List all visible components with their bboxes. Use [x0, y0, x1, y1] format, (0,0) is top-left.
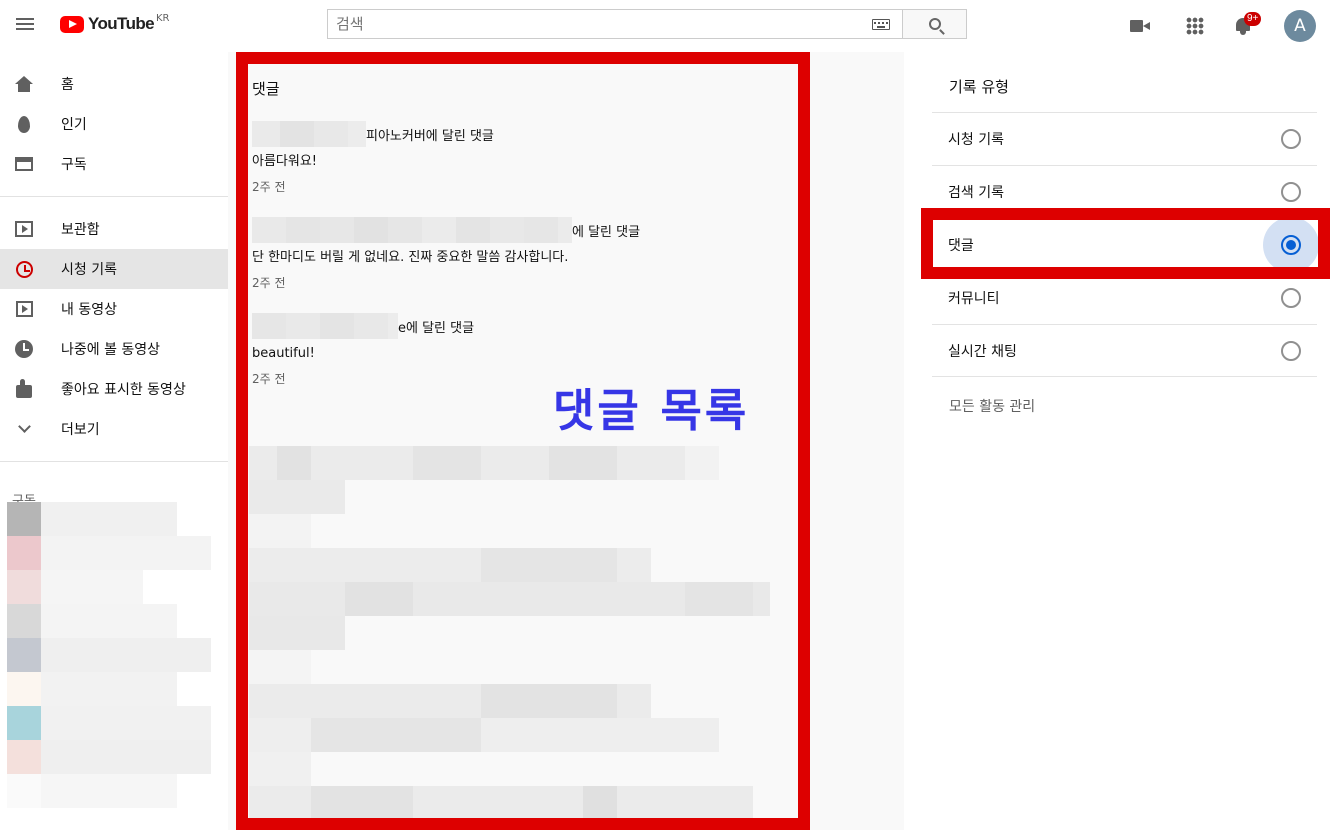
- like-icon: [16, 378, 32, 398]
- search-bar: [327, 9, 967, 39]
- sidebar-item-history[interactable]: 시청 기록: [0, 249, 228, 289]
- library-icon: [15, 221, 33, 237]
- history-type-options: 시청 기록 검색 기록 댓글 커뮤니티 실시간 채팅: [932, 112, 1319, 377]
- comments-list: 댓글 피아노커버에 달린 댓글 아름다워요! 2주 전 에 달린 댓글 단 한마…: [252, 78, 792, 409]
- comments-heading: 댓글: [252, 80, 280, 98]
- comment-text: 단 한마디도 버릴 게 없네요. 진짜 중요한 말씀 감사합니다.: [252, 250, 569, 265]
- sidebar-item-label: 나중에 볼 동영상: [61, 342, 161, 358]
- sidebar-item-label: 인기: [61, 117, 87, 133]
- history-type-search[interactable]: 검색 기록: [932, 165, 1317, 218]
- radio-search-history[interactable]: [1281, 182, 1301, 202]
- youtube-logo[interactable]: YouTube KR: [60, 13, 170, 35]
- history-type-watch[interactable]: 시청 기록: [932, 112, 1317, 165]
- search-field[interactable]: [327, 9, 902, 39]
- comment-item: 피아노커버에 달린 댓글 아름다워요! 2주 전: [252, 121, 792, 195]
- history-type-community[interactable]: 커뮤니티: [932, 271, 1317, 324]
- sidebar-item-label: 홈: [61, 77, 74, 93]
- sidebar-item-liked-videos[interactable]: 좋아요 표시한 동영상: [0, 369, 228, 409]
- history-type-title: 기록 유형: [949, 78, 1009, 96]
- search-button[interactable]: [902, 9, 967, 39]
- manage-all-activity-link[interactable]: 모든 활동 관리: [949, 396, 1035, 416]
- sidebar-item-label: 보관함: [61, 222, 100, 238]
- option-label: 댓글: [948, 238, 974, 254]
- create-video-icon[interactable]: [1130, 19, 1150, 33]
- my-videos-icon: [15, 301, 33, 317]
- sidebar-item-label: 좋아요 표시한 동영상: [61, 382, 186, 398]
- notification-badge: 9+: [1244, 12, 1262, 26]
- youtube-play-icon: [60, 15, 84, 33]
- radio-community[interactable]: [1281, 288, 1301, 308]
- avatar[interactable]: A: [1284, 10, 1316, 42]
- subscriptions-list-blurred: [7, 502, 213, 822]
- comment-time: 2주 전: [252, 180, 286, 194]
- sidebar-item-trending[interactable]: 인기: [0, 104, 228, 144]
- top-header: YouTube KR 9+ A: [0, 0, 1336, 52]
- chevron-down-icon: [17, 419, 31, 433]
- option-label: 검색 기록: [948, 185, 1004, 201]
- comment-text: 아름다워요!: [252, 154, 318, 169]
- header-actions: 9+ A: [1130, 10, 1316, 42]
- keyboard-icon[interactable]: [872, 18, 890, 30]
- comment-target[interactable]: e에 달린 댓글: [398, 317, 474, 336]
- sidebar-item-label: 구독: [61, 157, 87, 173]
- search-icon: [928, 18, 941, 30]
- video-title-blurred[interactable]: [252, 121, 366, 147]
- sidebar-divider: [0, 196, 228, 197]
- fire-icon: [18, 115, 30, 133]
- sidebar-divider: [0, 461, 228, 462]
- sidebar-item-library[interactable]: 보관함: [0, 209, 228, 249]
- watch-later-icon: [15, 340, 33, 358]
- comments-list-annotation: 댓글 목록: [553, 384, 750, 437]
- blurred-comments-region: [249, 446, 770, 818]
- video-title-blurred[interactable]: [252, 217, 572, 243]
- notifications-icon[interactable]: 9+: [1234, 12, 1262, 36]
- logo-country: KR: [156, 12, 170, 24]
- menu-icon[interactable]: [12, 12, 38, 38]
- sidebar-item-label: 더보기: [61, 422, 100, 438]
- sidebar: 홈 인기 구독 보관함 시청 기록 내 동영상 나중에 볼 동영상 좋아요 표시…: [0, 52, 228, 830]
- sidebar-item-label: 내 동영상: [61, 302, 117, 318]
- comment-time: 2주 전: [252, 276, 286, 290]
- sidebar-item-my-videos[interactable]: 내 동영상: [0, 289, 228, 329]
- option-label: 커뮤니티: [948, 291, 1000, 307]
- radio-live-chat[interactable]: [1281, 340, 1301, 361]
- history-icon: [15, 260, 33, 278]
- home-icon: [15, 76, 33, 92]
- comment-target[interactable]: 피아노커버에 달린 댓글: [366, 125, 494, 144]
- radio-watch-history[interactable]: [1281, 129, 1301, 149]
- option-label: 실시간 채팅: [948, 343, 1017, 360]
- history-type-comments[interactable]: 댓글: [932, 217, 1319, 273]
- apps-grid-icon[interactable]: [1186, 17, 1204, 35]
- search-input[interactable]: [336, 15, 872, 33]
- history-type-panel: 기록 유형 시청 기록 검색 기록 댓글 커뮤니티 실시간 채팅 모든 활동 관…: [904, 52, 1336, 830]
- comment-item: 에 달린 댓글 단 한마디도 버릴 게 없네요. 진짜 중요한 말씀 감사합니다…: [252, 217, 792, 291]
- sidebar-item-watch-later[interactable]: 나중에 볼 동영상: [0, 329, 228, 369]
- sidebar-item-home[interactable]: 홈: [0, 64, 228, 104]
- option-label: 시청 기록: [948, 132, 1004, 148]
- video-title-blurred[interactable]: [252, 313, 398, 339]
- comment-target[interactable]: 에 달린 댓글: [572, 221, 640, 240]
- radio-comments[interactable]: [1281, 235, 1301, 255]
- subscriptions-icon: [15, 157, 33, 171]
- logo-text: YouTube: [88, 14, 155, 33]
- history-type-live-chat[interactable]: 실시간 채팅: [932, 324, 1317, 377]
- sidebar-item-label: 시청 기록: [61, 262, 117, 278]
- comment-text: beautiful!: [252, 346, 315, 361]
- sidebar-item-subscriptions[interactable]: 구독: [0, 144, 228, 184]
- sidebar-item-more[interactable]: 더보기: [0, 409, 228, 449]
